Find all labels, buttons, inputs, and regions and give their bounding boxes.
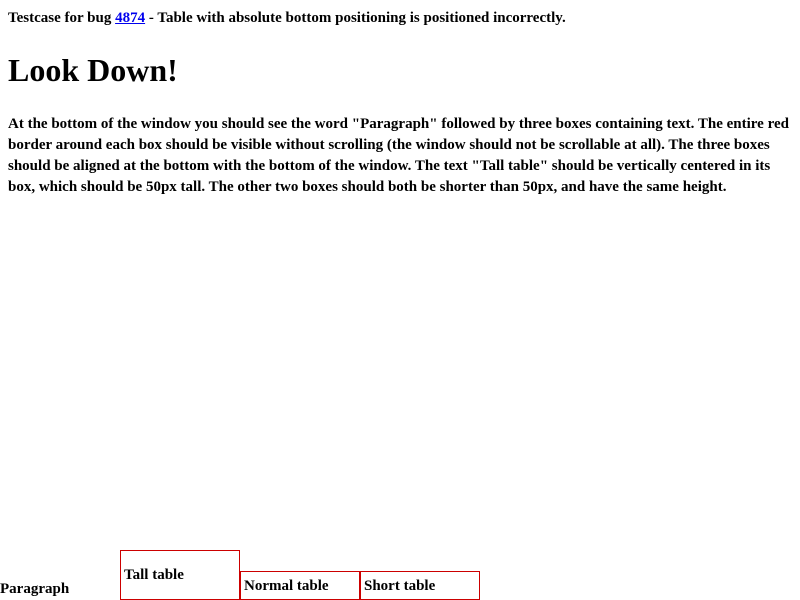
description-paragraph: At the bottom of the window you should s… [8,116,789,195]
short-table-label: Short table [364,578,436,594]
intro-prefix: Testcase for bug [8,10,116,26]
intro-line: Testcase for bug 4874 - Table with absol… [8,9,566,27]
paragraph-label: Paragraph [0,581,70,597]
intro-suffix: - Table with absolute bottom positioning… [145,10,566,26]
short-table-box: Short table [360,571,480,600]
tall-table-box: Tall table [120,550,240,600]
normal-table-label: Normal table [244,578,329,594]
normal-table-box: Normal table [240,571,360,600]
page-heading: Look Down! [8,52,178,88]
tall-table-label: Tall table [124,567,184,583]
bug-link[interactable]: 4874 [115,10,145,26]
